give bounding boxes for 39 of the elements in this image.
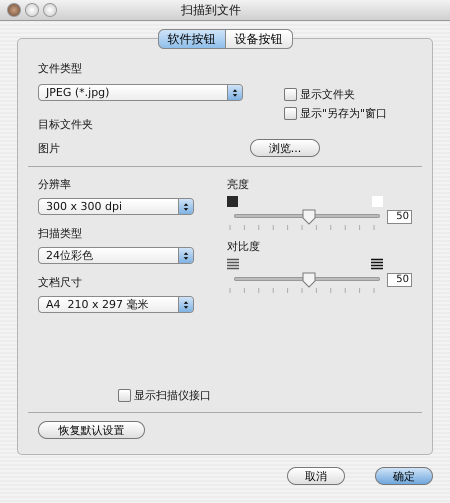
tab[interactable]: 设备按钮 <box>226 29 292 49</box>
slider-value-field[interactable]: 50 <box>387 210 412 224</box>
tab[interactable]: 软件按钮 <box>158 29 226 49</box>
checkbox[interactable] <box>284 88 297 101</box>
close-button[interactable] <box>7 3 21 17</box>
ok-button[interactable]: 确定 <box>375 467 433 485</box>
stepper-arrows-icon <box>178 248 193 263</box>
dropdown[interactable]: 300 x 300 dpi <box>38 198 194 215</box>
window-title: 扫描到文件 <box>181 2 241 18</box>
high-contrast-icon <box>371 258 383 270</box>
slider-value-field[interactable]: 50 <box>387 273 412 287</box>
dark-square-icon <box>227 196 238 207</box>
field-label: 目标文件夹 <box>38 117 94 132</box>
checkbox[interactable] <box>284 107 297 120</box>
low-contrast-icon <box>227 258 239 270</box>
field-label: 分辨率 <box>38 177 72 192</box>
dropdown[interactable]: A4 210 x 297 毫米 <box>38 296 194 313</box>
zoom-button[interactable] <box>43 3 57 17</box>
dropdown[interactable]: JPEG (*.jpg) <box>38 84 243 101</box>
slider-label: 亮度 <box>227 177 250 192</box>
restore-defaults-button[interactable]: 恢复默认设置 <box>38 421 145 439</box>
field-label: 文件类型 <box>38 61 83 76</box>
checkbox-label: 显示"另存为"窗口 <box>300 106 388 121</box>
cancel-button[interactable]: 取消 <box>287 467 345 485</box>
slider-thumb[interactable] <box>302 272 316 288</box>
checkbox-label: 显示扫描仪接口 <box>134 388 211 403</box>
dropdown[interactable]: 24位彩色 <box>38 247 194 264</box>
slider-label: 对比度 <box>227 239 261 254</box>
browse-button[interactable]: 浏览... <box>250 139 320 157</box>
field-label: 扫描类型 <box>38 226 83 241</box>
stepper-arrows-icon <box>178 297 193 312</box>
checkbox[interactable] <box>118 389 131 402</box>
folder-name: 图片 <box>38 140 60 156</box>
stepper-arrows-icon <box>227 85 242 100</box>
slider-thumb[interactable] <box>302 209 316 225</box>
stepper-arrows-icon <box>178 199 193 214</box>
minimize-button[interactable] <box>25 3 39 17</box>
checkbox-label: 显示文件夹 <box>300 87 355 102</box>
field-label: 文档尺寸 <box>38 275 83 290</box>
